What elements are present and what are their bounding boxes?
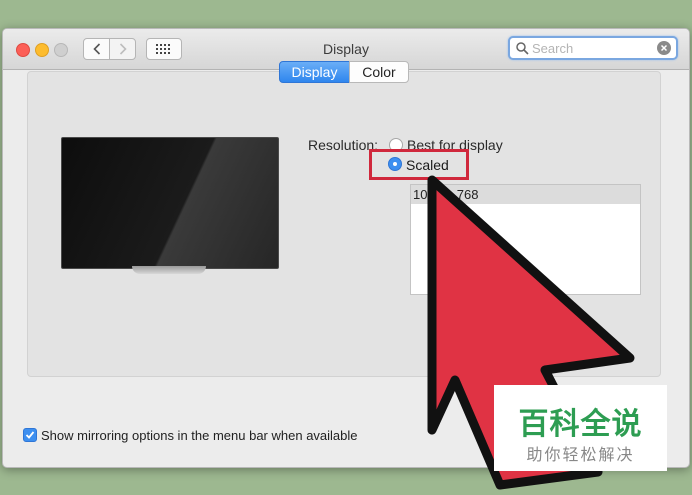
watermark-subtitle: 助你轻松解决 — [526, 445, 635, 464]
watermark: 百科全说 助你轻松解决 — [494, 385, 667, 471]
watermark-logo-text: 百科全说 — [518, 407, 643, 442]
checkmark-icon — [25, 431, 35, 439]
mirroring-checkbox[interactable] — [23, 428, 37, 442]
mirroring-label: Show mirroring options in the menu bar w… — [41, 428, 358, 443]
